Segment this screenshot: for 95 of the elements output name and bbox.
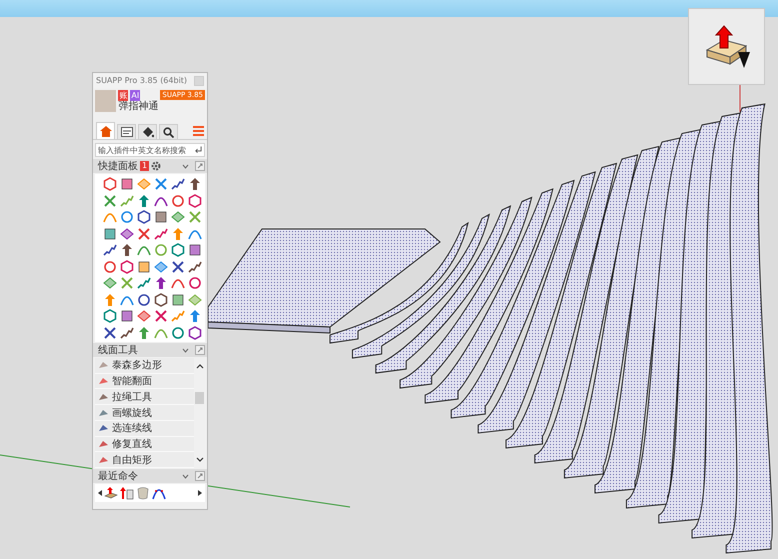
tool-icon[interactable] — [154, 309, 168, 323]
tool-icon[interactable] — [137, 226, 151, 240]
tool-icon[interactable] — [120, 243, 134, 257]
panel-title: SUAPP Pro 3.85 (64bit) — [96, 76, 188, 85]
tool-icon[interactable] — [103, 194, 117, 208]
scrollbar-thumb[interactable] — [195, 392, 204, 404]
tool-icon[interactable] — [137, 326, 151, 340]
tool-icon[interactable] — [171, 292, 185, 306]
tool-icon[interactable] — [188, 309, 202, 323]
tool-icon[interactable] — [137, 194, 151, 208]
tool-list-item[interactable]: 选连续线 — [95, 420, 194, 437]
panel-tab[interactable] — [117, 124, 136, 139]
section-header[interactable]: 线面工具 — [93, 343, 207, 357]
search-field[interactable]: 输入插件中英文名称搜索 — [95, 143, 205, 157]
tool-icon[interactable] — [188, 276, 202, 290]
count-badge: 1 — [140, 161, 150, 171]
tool-icon[interactable] — [154, 177, 168, 191]
tool-icon[interactable] — [171, 243, 185, 257]
scroll-right-icon[interactable] — [198, 490, 202, 496]
tool-icon — [98, 392, 109, 402]
tool-icon[interactable] — [103, 177, 117, 191]
avatar-photo-placeholder — [95, 90, 116, 112]
tool-icon[interactable] — [154, 260, 168, 274]
paint-bucket-icon — [142, 126, 154, 138]
tool-icon[interactable] — [103, 309, 117, 323]
tool-icon[interactable] — [103, 260, 117, 274]
tool-icon — [98, 454, 109, 465]
tool-icon[interactable] — [137, 210, 151, 224]
section-header[interactable]: 最近命令 — [93, 469, 207, 483]
shell-icon[interactable] — [136, 486, 150, 500]
push-pull-icon[interactable] — [104, 486, 118, 500]
panel-tab[interactable] — [138, 124, 157, 139]
tool-list-item[interactable]: 自由矩形 — [95, 452, 194, 468]
user-name: 弹指神通 — [118, 101, 158, 113]
section-title: 最近命令 — [98, 470, 138, 483]
tool-icon[interactable] — [154, 292, 168, 306]
tool-icon[interactable] — [120, 177, 134, 191]
section-title: 线面工具 — [98, 344, 138, 357]
arc-curve-icon[interactable] — [152, 486, 166, 500]
tool-icon[interactable] — [188, 177, 202, 191]
tool-icon[interactable] — [171, 326, 185, 340]
tool-icon[interactable] — [137, 243, 151, 257]
panel-tab[interactable] — [159, 124, 178, 139]
tool-icon[interactable] — [137, 276, 151, 290]
settings-icon[interactable] — [151, 161, 162, 171]
extrude-icon[interactable] — [120, 486, 134, 500]
tool-icon[interactable] — [120, 260, 134, 274]
account-badge[interactable]: 账 — [118, 90, 128, 101]
tool-icon — [98, 423, 109, 434]
home-icon — [100, 126, 112, 136]
scroll-left-icon[interactable] — [98, 490, 102, 496]
tool-icon[interactable] — [120, 210, 134, 224]
tool-icon[interactable] — [171, 276, 185, 290]
tool-icon[interactable] — [171, 210, 185, 224]
tool-icon[interactable] — [137, 292, 151, 306]
tool-icon[interactable] — [120, 309, 134, 323]
chevron-up-icon[interactable] — [196, 364, 204, 369]
tool-icon[interactable] — [120, 226, 134, 240]
tool-icon[interactable] — [188, 260, 202, 274]
tool-list-item[interactable]: 画螺旋线 — [95, 405, 194, 421]
enter-icon — [194, 146, 202, 154]
tool-icon[interactable] — [137, 309, 151, 323]
tool-icon[interactable] — [188, 326, 202, 340]
tool-icon[interactable] — [120, 326, 134, 340]
tool-icon[interactable] — [188, 194, 202, 208]
tool-icon[interactable] — [154, 210, 168, 224]
window-icon — [120, 127, 132, 137]
tool-icon[interactable] — [188, 243, 202, 257]
tool-icon[interactable] — [137, 260, 151, 274]
tool-icon[interactable] — [103, 326, 117, 340]
popout-icon[interactable] — [195, 161, 205, 171]
popout-icon[interactable] — [195, 471, 205, 481]
push-pull-button[interactable] — [688, 8, 765, 85]
tool-icon — [98, 360, 109, 370]
tool-icon[interactable] — [103, 276, 117, 290]
popout-icon[interactable] — [195, 345, 205, 355]
tool-list-item[interactable]: 泰森多边形 — [95, 358, 194, 374]
account-badge[interactable]: AI — [130, 90, 140, 101]
search-icon — [163, 126, 174, 138]
tool-icon[interactable] — [154, 226, 168, 240]
tool-icon[interactable] — [103, 226, 117, 240]
tool-list-item[interactable]: 修复直线 — [95, 436, 194, 452]
section-header[interactable]: 快捷面板 1 — [93, 159, 207, 173]
tool-icon[interactable] — [154, 276, 168, 290]
section-title: 快捷面板 — [98, 160, 138, 173]
tool-list-item[interactable]: 拉绳工具 — [95, 389, 194, 406]
tool-icon[interactable] — [171, 194, 185, 208]
chevron-down-icon[interactable] — [196, 457, 204, 462]
list-icon[interactable] — [193, 126, 204, 136]
tool-icon[interactable] — [171, 260, 185, 274]
tool-icon[interactable] — [103, 243, 117, 257]
tool-icon[interactable] — [171, 177, 185, 191]
tool-icon — [98, 376, 109, 386]
tool-icon — [98, 408, 109, 418]
tool-list-item[interactable]: 智能翻面 — [95, 374, 194, 390]
